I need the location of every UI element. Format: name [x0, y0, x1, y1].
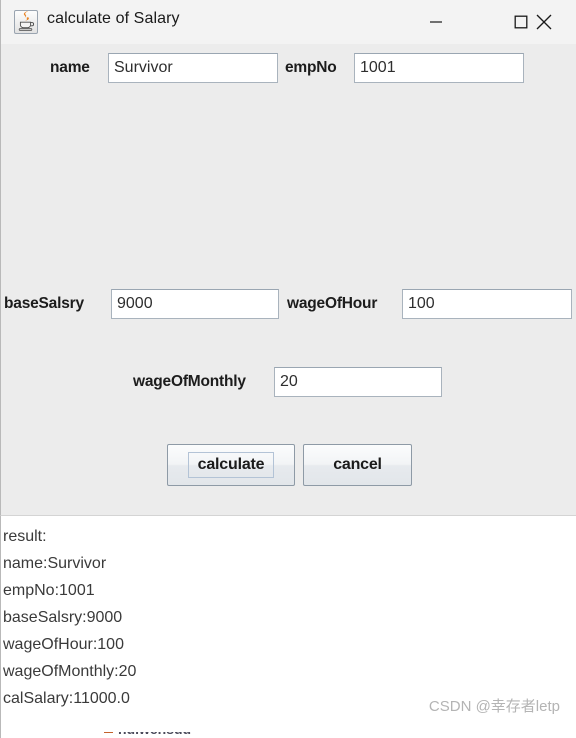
title-bar: calculate of Salary: [0, 0, 576, 44]
minimize-button[interactable]: [413, 0, 459, 44]
name-input[interactable]: Survivor: [108, 53, 278, 83]
window-title: calculate of Salary: [47, 10, 180, 27]
basesalsry-input[interactable]: 9000: [111, 289, 279, 319]
label-basesalsry: baseSalsry: [4, 295, 84, 312]
clipped-marker-icon: [104, 732, 113, 733]
wageofmonthly-input[interactable]: 20: [274, 367, 442, 397]
cancel-button[interactable]: cancel: [303, 444, 412, 486]
close-icon: [536, 14, 552, 30]
label-wageofhour: wageOfHour: [287, 295, 378, 312]
result-line: result:: [3, 528, 47, 545]
label-empno: empNo: [285, 59, 337, 76]
minimize-icon: [430, 21, 442, 23]
result-line: name:Survivor: [3, 555, 107, 572]
java-coffee-cup-icon: [14, 10, 38, 34]
calculate-button[interactable]: calculate: [167, 444, 295, 486]
result-line: wageOfMonthly:20: [3, 663, 137, 680]
csdn-watermark: CSDN @幸存者letp: [428, 698, 560, 715]
label-name: name: [50, 59, 90, 76]
wageofhour-input[interactable]: 100: [402, 289, 572, 319]
close-button[interactable]: [521, 0, 567, 44]
cancel-button-label: cancel: [333, 456, 382, 473]
result-line: baseSalsry:9000: [3, 609, 123, 626]
calculate-button-label: calculate: [187, 452, 275, 478]
empno-input[interactable]: 1001: [354, 53, 524, 83]
result-line: empNo:1001: [3, 582, 95, 599]
result-line: wageOfHour:100: [3, 636, 124, 653]
clipped-background-text: nuiwensuu: [118, 732, 191, 737]
application-window: calculate of Salary name Survivor empNo …: [0, 0, 576, 738]
label-wageofmonthly: wageOfMonthly: [133, 373, 246, 390]
clipped-background-row: nuiwensuu: [0, 732, 576, 738]
result-textarea[interactable]: result: name:Survivor empNo:1001 baseSal…: [0, 515, 576, 738]
